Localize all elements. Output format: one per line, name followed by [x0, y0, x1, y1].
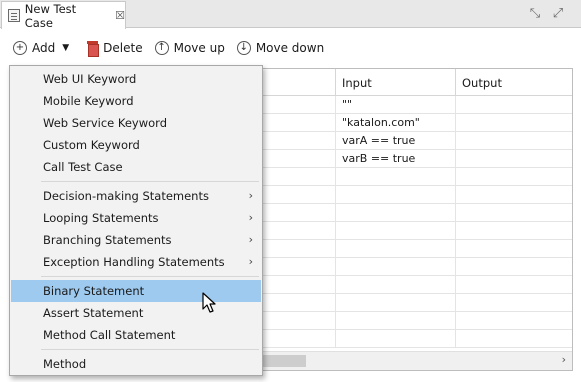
menu-item-web-ui-keyword[interactable]: Web UI Keyword — [11, 68, 261, 90]
input-cell[interactable]: varA == true — [336, 132, 456, 150]
output-cell[interactable] — [456, 204, 572, 222]
menu-item-decision-making[interactable]: Decision-making Statements › — [11, 185, 261, 207]
input-cell[interactable] — [336, 204, 456, 222]
chevron-right-icon: › — [248, 233, 253, 246]
tab-title: New Test Case — [24, 1, 77, 30]
input-cell[interactable] — [336, 168, 456, 186]
input-cell[interactable] — [336, 258, 456, 276]
menu-item-exception-handling[interactable]: Exception Handling Statements › — [11, 251, 261, 273]
menu-separator — [41, 276, 259, 277]
menu-item-web-service-keyword[interactable]: Web Service Keyword — [11, 112, 261, 134]
trash-icon — [87, 41, 100, 57]
chevron-down-icon[interactable]: ▼ — [62, 43, 69, 53]
menu-item-looping[interactable]: Looping Statements › — [11, 207, 261, 229]
menu-item-mobile-keyword[interactable]: Mobile Keyword — [11, 90, 261, 112]
output-cell[interactable] — [456, 114, 572, 132]
input-cell[interactable]: "katalon.com" — [336, 114, 456, 132]
chevron-right-icon: › — [248, 189, 253, 202]
output-cell[interactable] — [456, 240, 572, 258]
input-cell[interactable] — [336, 222, 456, 240]
chevron-right-icon: › — [248, 211, 253, 224]
input-cell[interactable] — [336, 186, 456, 204]
output-cell[interactable] — [456, 150, 572, 168]
output-cell[interactable] — [456, 186, 572, 204]
input-cell[interactable]: "" — [336, 96, 456, 114]
menu-item-label: Branching Statements — [43, 233, 172, 247]
input-cell[interactable]: varB == true — [336, 150, 456, 168]
menu-separator — [41, 181, 259, 182]
input-cell[interactable] — [336, 276, 456, 294]
menu-item-call-test-case[interactable]: Call Test Case — [11, 156, 261, 178]
input-cell[interactable] — [336, 312, 456, 330]
chevron-right-icon: › — [248, 255, 253, 268]
arrow-up-icon: ↑ — [154, 41, 169, 55]
menu-item-binary-statement[interactable]: Binary Statement — [11, 280, 261, 302]
menu-item-branching[interactable]: Branching Statements › — [11, 229, 261, 251]
menu-item-assert-statement[interactable]: Assert Statement — [11, 302, 261, 324]
output-cell[interactable] — [456, 258, 572, 276]
minimize-icon[interactable]: ⤡ — [526, 5, 544, 23]
tab-new-test-case[interactable]: New Test Case ☒ — [1, 1, 126, 30]
mouse-pointer-icon — [202, 292, 216, 313]
maximize-icon[interactable]: ⤢ — [549, 5, 567, 23]
input-cell[interactable] — [336, 330, 456, 348]
menu-item-label: Looping Statements — [43, 211, 159, 225]
output-cell[interactable] — [456, 312, 572, 330]
column-header-output[interactable]: Output — [456, 69, 572, 96]
menu-item-label: Exception Handling Statements — [43, 255, 225, 269]
output-cell[interactable] — [456, 96, 572, 114]
delete-button[interactable]: Delete — [87, 41, 143, 57]
add-button[interactable]: + Add ▼ — [13, 41, 75, 55]
close-tab-icon[interactable]: ☒ — [115, 9, 125, 22]
scroll-right-icon[interactable]: › — [562, 353, 566, 366]
output-cell[interactable] — [456, 168, 572, 186]
menu-item-label: Decision-making Statements — [43, 189, 209, 203]
move-up-button[interactable]: ↑ Move up — [154, 41, 225, 55]
menu-separator — [41, 349, 259, 350]
add-label: Add — [32, 41, 56, 55]
move-up-label: Move up — [173, 41, 225, 55]
menu-item-custom-keyword[interactable]: Custom Keyword — [11, 134, 261, 156]
delete-label: Delete — [103, 41, 143, 55]
input-cell[interactable] — [336, 240, 456, 258]
output-cell[interactable] — [456, 330, 572, 348]
toolbar: + Add ▼ Delete ↑ Move up ↓ Move down — [0, 29, 581, 67]
menu-item-method-call-statement[interactable]: Method Call Statement — [11, 324, 261, 346]
menu-item-method[interactable]: Method — [11, 353, 261, 375]
output-cell[interactable] — [456, 132, 572, 150]
add-dropdown-menu: Web UI Keyword Mobile Keyword Web Servic… — [9, 65, 263, 376]
output-cell[interactable] — [456, 222, 572, 240]
arrow-down-icon: ↓ — [236, 41, 251, 55]
move-down-button[interactable]: ↓ Move down — [236, 41, 325, 55]
output-cell[interactable] — [456, 276, 572, 294]
input-cell[interactable] — [336, 294, 456, 312]
plus-icon: + — [13, 41, 27, 55]
scrollbar-thumb[interactable] — [260, 355, 306, 367]
test-case-icon — [8, 9, 20, 22]
column-header-input[interactable]: Input — [336, 69, 456, 96]
editor-tab-bar: New Test Case ☒ ⤡ ⤢ — [0, 0, 581, 30]
output-cell[interactable] — [456, 294, 572, 312]
move-down-label: Move down — [255, 41, 325, 55]
